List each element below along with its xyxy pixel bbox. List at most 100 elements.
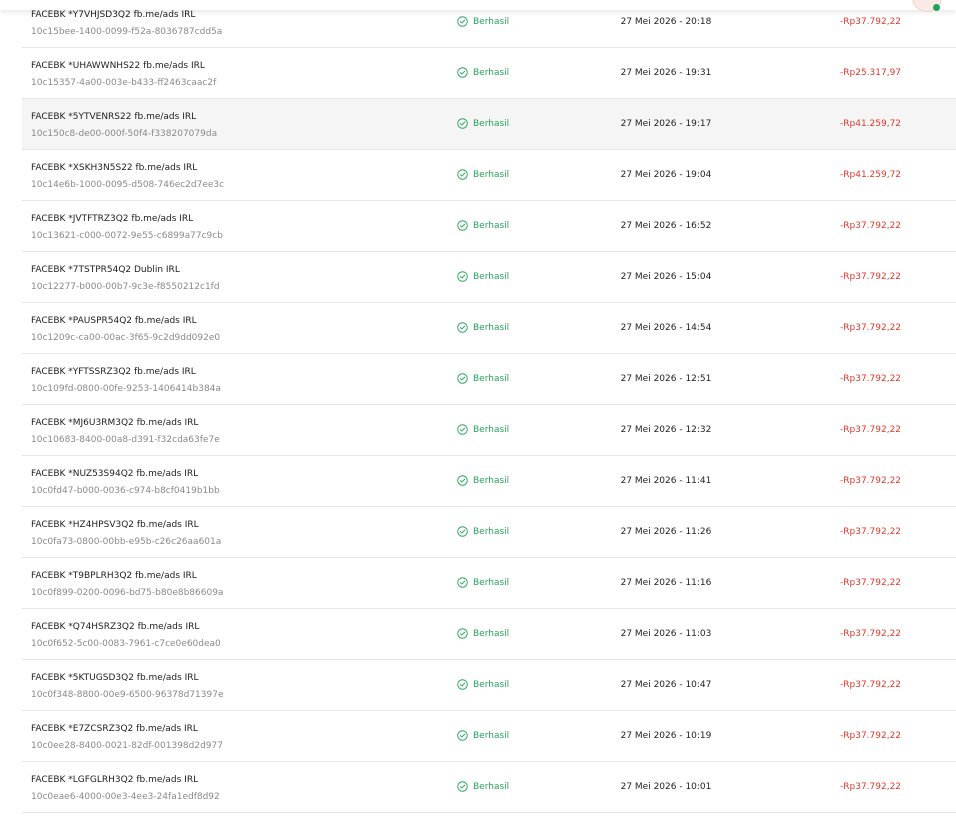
- transaction-datetime: 27 Mei 2026 - 20:18: [620, 17, 712, 27]
- check-circle-icon: [457, 781, 468, 792]
- status-badge: Berhasil: [457, 628, 509, 639]
- transaction-row[interactable]: FACEBK *JVTFTRZ3Q2 fb.me/ads IRL 10c1362…: [22, 201, 956, 252]
- transaction-amount: -Rp37.792,22: [840, 578, 902, 588]
- check-circle-icon: [457, 169, 468, 180]
- status-badge: Berhasil: [457, 322, 509, 333]
- status-label: Berhasil: [473, 577, 510, 588]
- transaction-id: 10c0f652-5c00-0083-7961-c7ce0e60dea0: [31, 639, 221, 649]
- transaction-datetime: 27 Mei 2026 - 11:16: [620, 578, 712, 588]
- status-badge: Berhasil: [457, 475, 509, 486]
- status-label: Berhasil: [473, 169, 510, 180]
- transaction-id: 10c13621-c000-0072-9e55-c6899a77c9cb: [31, 231, 223, 241]
- transaction-row[interactable]: FACEBK *LGFGLRH3Q2 fb.me/ads IRL 10c0eae…: [22, 762, 956, 813]
- transaction-description: FACEBK *YFTSSRZ3Q2 fb.me/ads IRL: [31, 367, 196, 377]
- check-circle-icon: [457, 322, 468, 333]
- transaction-row[interactable]: FACEBK *MJ6U3RM3Q2 fb.me/ads IRL 10c1068…: [22, 405, 956, 456]
- status-badge: Berhasil: [457, 67, 509, 78]
- transaction-datetime: 27 Mei 2026 - 11:03: [620, 629, 712, 639]
- transaction-description: FACEBK *5YTVENRS22 fb.me/ads IRL: [31, 112, 197, 122]
- status-label: Berhasil: [473, 220, 510, 231]
- transaction-id: 10c0f348-8800-00e9-6500-96378d71397e: [31, 690, 224, 700]
- check-circle-icon: [457, 118, 468, 129]
- transaction-row[interactable]: FACEBK *UHAWWNHS22 fb.me/ads IRL 10c1535…: [22, 48, 956, 99]
- transaction-row[interactable]: FACEBK *5YTVENRS22 fb.me/ads IRL 10c150c…: [22, 99, 956, 150]
- transaction-description: FACEBK *UHAWWNHS22 fb.me/ads IRL: [31, 61, 205, 71]
- transaction-datetime: 27 Mei 2026 - 16:52: [620, 221, 712, 231]
- status-label: Berhasil: [473, 67, 510, 78]
- transaction-description: FACEBK *5KTUGSD3Q2 fb.me/ads IRL: [31, 673, 199, 683]
- status-label: Berhasil: [473, 475, 510, 486]
- transaction-id: 10c0f899-0200-0096-bd75-b80e8b86609a: [31, 588, 224, 598]
- transaction-datetime: 27 Mei 2026 - 12:32: [620, 425, 712, 435]
- transaction-amount: -Rp37.792,22: [840, 476, 902, 486]
- transaction-id: 10c1209c-ca00-00ac-3f65-9c2d9dd092e0: [31, 333, 221, 343]
- transaction-row[interactable]: FACEBK *HZ4HPSV3Q2 fb.me/ads IRL 10c0fa7…: [22, 507, 956, 558]
- transaction-description: FACEBK *HZ4HPSV3Q2 fb.me/ads IRL: [31, 520, 199, 530]
- transaction-datetime: 27 Mei 2026 - 14:54: [620, 323, 712, 333]
- status-badge: Berhasil: [457, 118, 509, 129]
- transaction-id: 10c150c8-de00-000f-50f4-f338207079da: [31, 129, 218, 139]
- top-header-bar: [0, 0, 956, 10]
- transaction-id: 10c15357-4a00-003e-b433-ff2463caac2f: [31, 78, 217, 88]
- status-badge: Berhasil: [457, 577, 509, 588]
- transaction-datetime: 27 Mei 2026 - 10:19: [620, 731, 712, 741]
- status-label: Berhasil: [473, 526, 510, 537]
- check-circle-icon: [457, 16, 468, 27]
- status-badge: Berhasil: [457, 373, 509, 384]
- transaction-datetime: 27 Mei 2026 - 12:51: [620, 374, 712, 384]
- status-badge: Berhasil: [457, 16, 509, 27]
- transaction-amount: -Rp37.792,22: [840, 272, 902, 282]
- transaction-description: FACEBK *Y7VHJSD3Q2 fb.me/ads IRL: [31, 10, 196, 20]
- check-circle-icon: [457, 373, 468, 384]
- transaction-datetime: 27 Mei 2026 - 11:41: [620, 476, 712, 486]
- check-circle-icon: [457, 577, 468, 588]
- status-badge: Berhasil: [457, 220, 509, 231]
- transaction-row[interactable]: FACEBK *YFTSSRZ3Q2 fb.me/ads IRL 10c109f…: [22, 354, 956, 405]
- transaction-amount: -Rp37.792,22: [840, 680, 902, 690]
- status-label: Berhasil: [473, 628, 510, 639]
- transaction-list: FACEBK *Y7VHJSD3Q2 fb.me/ads IRL 10c15be…: [0, 0, 956, 813]
- transaction-row[interactable]: FACEBK *Q74HSRZ3Q2 fb.me/ads IRL 10c0f65…: [22, 609, 956, 660]
- transaction-row[interactable]: FACEBK *7TSTPR54Q2 Dublin IRL 10c12277-b…: [22, 252, 956, 303]
- transaction-amount: -Rp37.792,22: [840, 425, 902, 435]
- status-label: Berhasil: [473, 781, 510, 792]
- status-label: Berhasil: [473, 271, 510, 282]
- transaction-amount: -Rp37.792,22: [840, 374, 902, 384]
- transaction-amount: -Rp41.259,72: [840, 119, 902, 129]
- transaction-amount: -Rp37.792,22: [840, 629, 902, 639]
- transaction-datetime: 27 Mei 2026 - 19:04: [620, 170, 712, 180]
- transaction-description: FACEBK *XSKH3N5S22 fb.me/ads IRL: [31, 163, 198, 173]
- transaction-row[interactable]: FACEBK *PAUSPR54Q2 fb.me/ads IRL 10c1209…: [22, 303, 956, 354]
- check-circle-icon: [457, 475, 468, 486]
- status-badge: Berhasil: [457, 271, 509, 282]
- transaction-row[interactable]: FACEBK *5KTUGSD3Q2 fb.me/ads IRL 10c0f34…: [22, 660, 956, 711]
- status-badge: Berhasil: [457, 781, 509, 792]
- transaction-row[interactable]: FACEBK *XSKH3N5S22 fb.me/ads IRL 10c14e6…: [22, 150, 956, 201]
- status-badge: Berhasil: [457, 730, 509, 741]
- transaction-row[interactable]: FACEBK *T9BPLRH3Q2 fb.me/ads IRL 10c0f89…: [22, 558, 956, 609]
- transaction-id: 10c0eae6-4000-00e3-4ee3-24fa1edf8d92: [31, 792, 220, 802]
- transaction-id: 10c0fd47-b000-0036-c974-b8cf0419b1bb: [31, 486, 220, 496]
- transaction-amount: -Rp37.792,22: [840, 17, 902, 27]
- transaction-row[interactable]: FACEBK *NUZ53S94Q2 fb.me/ads IRL 10c0fd4…: [22, 456, 956, 507]
- check-circle-icon: [457, 730, 468, 741]
- transaction-description: FACEBK *PAUSPR54Q2 fb.me/ads IRL: [31, 316, 197, 326]
- transaction-amount: -Rp37.792,22: [840, 782, 902, 792]
- check-circle-icon: [457, 424, 468, 435]
- transaction-datetime: 27 Mei 2026 - 11:26: [620, 527, 712, 537]
- transaction-amount: -Rp37.792,22: [840, 323, 902, 333]
- transaction-amount: -Rp37.792,22: [840, 221, 902, 231]
- transaction-id: 10c15bee-1400-0099-f52a-8036787cdd5a: [31, 27, 223, 37]
- transaction-description: FACEBK *7TSTPR54Q2 Dublin IRL: [31, 265, 180, 275]
- transaction-id: 10c12277-b000-00b7-9c3e-f8550212c1fd: [31, 282, 220, 292]
- transaction-amount: -Rp41.259,72: [840, 170, 902, 180]
- transaction-amount: -Rp25.317,97: [840, 68, 902, 78]
- transaction-datetime: 27 Mei 2026 - 10:01: [620, 782, 712, 792]
- check-circle-icon: [457, 526, 468, 537]
- transaction-description: FACEBK *NUZ53S94Q2 fb.me/ads IRL: [31, 469, 199, 479]
- check-circle-icon: [457, 220, 468, 231]
- transaction-amount: -Rp37.792,22: [840, 731, 902, 741]
- transaction-row[interactable]: FACEBK *E7ZCSRZ3Q2 fb.me/ads IRL 10c0ee2…: [22, 711, 956, 762]
- status-label: Berhasil: [473, 730, 510, 741]
- transaction-datetime: 27 Mei 2026 - 15:04: [620, 272, 712, 282]
